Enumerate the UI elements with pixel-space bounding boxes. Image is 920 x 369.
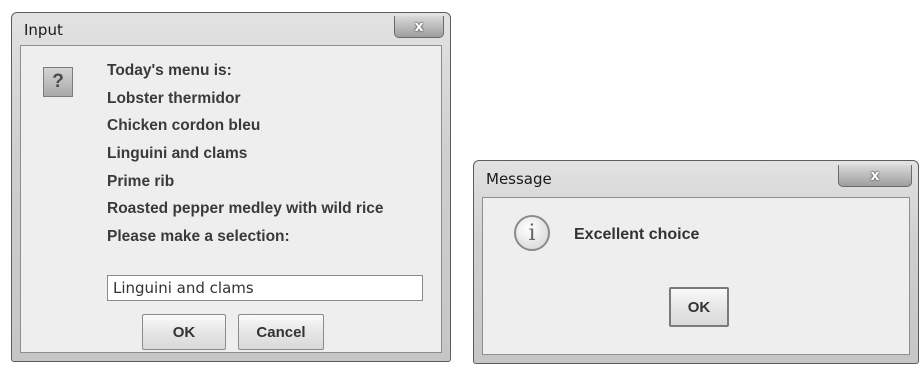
message-dialog-title: Message — [486, 170, 552, 188]
message-dialog: Message x i Excellent choice OK — [473, 160, 919, 364]
menu-item: Linguini and clams — [107, 145, 248, 163]
close-icon: x — [870, 167, 880, 184]
input-dialog-close-button[interactable]: x — [394, 16, 444, 38]
input-dialog-content: ? Today's menu is: Lobster thermidor Chi… — [20, 45, 442, 353]
menu-item: Prime rib — [107, 172, 175, 190]
menu-item: Roasted pepper medley with wild rice — [107, 200, 384, 218]
question-icon: ? — [43, 67, 73, 97]
ok-button[interactable]: OK — [142, 314, 226, 350]
menu-item: Chicken cordon bleu — [107, 117, 261, 135]
menu-heading: Today's menu is: — [107, 62, 232, 79]
info-icon: i — [514, 215, 550, 251]
selection-input[interactable]: Linguini and clams — [107, 275, 423, 301]
input-dialog-title: Input — [24, 21, 63, 39]
cancel-button[interactable]: Cancel — [238, 314, 324, 350]
ok-button[interactable]: OK — [669, 287, 729, 327]
message-text: Excellent choice — [574, 226, 700, 243]
message-dialog-titlebar[interactable]: Message x — [474, 161, 918, 193]
message-dialog-content: i Excellent choice OK — [482, 197, 910, 355]
selection-prompt: Please make a selection: — [107, 228, 290, 246]
message-dialog-close-button[interactable]: x — [838, 165, 912, 187]
close-icon: x — [414, 18, 424, 35]
input-dialog: Input x ? Today's menu is: Lobster therm… — [11, 12, 451, 362]
input-dialog-titlebar[interactable]: Input x — [12, 13, 450, 45]
menu-message: Today's menu is: Lobster thermidor Chick… — [107, 57, 384, 251]
menu-item: Lobster thermidor — [107, 89, 241, 107]
